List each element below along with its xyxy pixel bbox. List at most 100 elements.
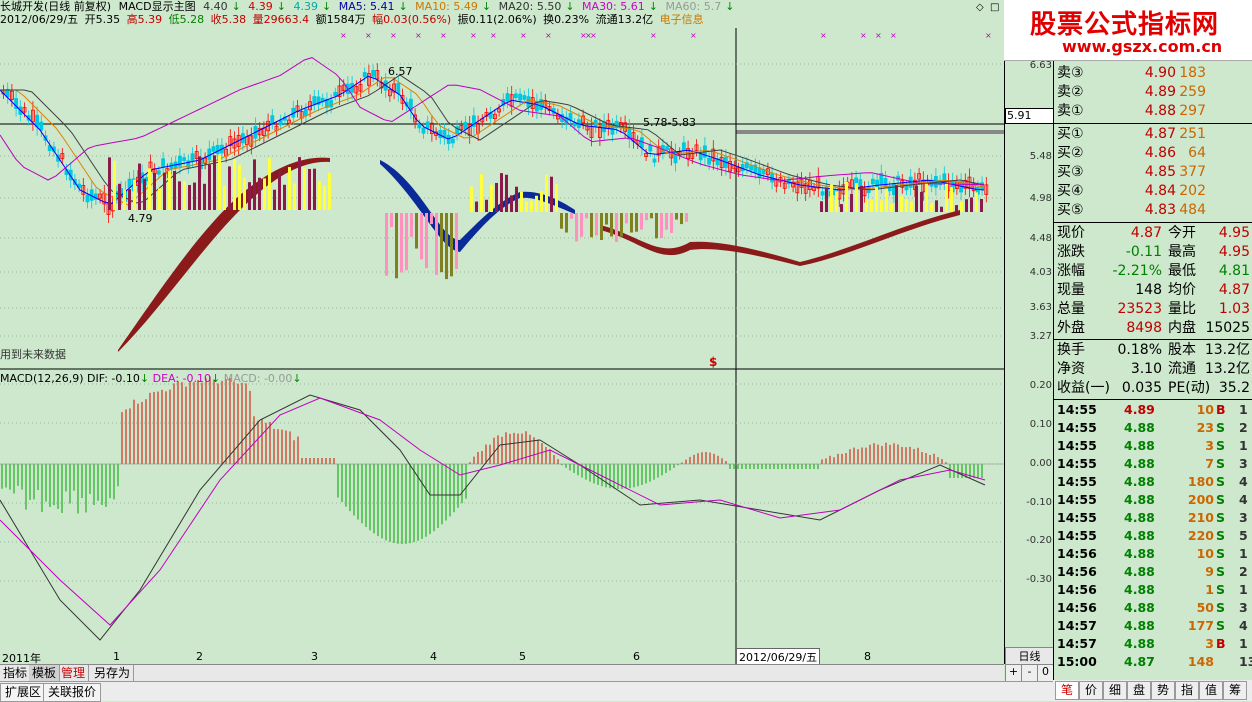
chart-area[interactable]: × × × × × × × × × × × × × × × × × × × 长城开发(日线 前复权) MACD显示主… [0,0,1004,664]
stat-row: 涨跌 -0.11 最高 4.95 [1054,243,1252,262]
panel-tab-0[interactable]: 笔 [1055,681,1079,700]
panel-tab-5[interactable]: 指 [1175,681,1199,700]
sell-row[interactable]: 卖① 4.88 297 [1054,102,1252,121]
stat-label: 均价 [1168,282,1196,298]
separator [1054,339,1252,340]
tick-volume: 180 [1187,474,1214,489]
tick-count: 13 [1239,654,1252,669]
indicator-tab[interactable]: 指标 [0,665,32,681]
macd-chart[interactable] [0,370,1004,664]
overlay-bar [218,155,221,210]
fund-value: 35.2 [1218,380,1250,396]
overlay-bar [845,181,848,212]
month-label-3: 3 [311,650,318,663]
candle [526,96,531,108]
candle [652,158,657,163]
overlay-bar [550,176,553,212]
book-label: 买③ [1057,164,1084,180]
panel-tabs: 笔价细盘势指值筹 [1053,680,1252,700]
fundamental-row: 换手 0.18% 股本 13.2亿 [1054,341,1252,360]
panel-tab-3[interactable]: 盘 [1127,681,1151,700]
panel-tab-2[interactable]: 细 [1103,681,1127,700]
event-marker: × [415,31,422,40]
book-volume: 64 [1188,145,1206,161]
overlay-bar [520,191,523,212]
overlay-bar [655,213,658,239]
buy-row[interactable]: 买② 4.86 64 [1054,144,1252,163]
reset-button[interactable]: 0 [1037,664,1054,682]
fund-label: 换手 [1057,342,1085,358]
axis-label: 4.98 [1029,193,1052,204]
overlay-bar [590,213,593,238]
book-volume: 377 [1179,164,1206,180]
fund-value: 13.2亿 [1204,361,1250,377]
panel-tab-1[interactable]: 价 [1079,681,1103,700]
overlay-bar [510,195,513,212]
price-chart[interactable]: × × × × × × × × × ××× × × × × × × × [0,0,1004,370]
macd-title-row: MACD(12,26,9) DIF: -0.10↓ DEA: -0.10↓ MA… [0,372,302,385]
related-quotes-tab[interactable]: 关联报价 [43,683,102,702]
overlay-bar [173,170,176,210]
macd-axis-label: -0.10 [1026,497,1052,508]
overlay-bar [585,213,588,219]
macd-value-label: MACD: -0.00 [223,372,293,385]
stat-label: 涨幅 [1057,263,1085,279]
sell-row[interactable]: 卖③ 4.90 183 [1054,64,1252,83]
panel-tab-7[interactable]: 筹 [1223,681,1247,700]
buy-row[interactable]: 买① 4.87 251 [1054,125,1252,144]
buy-row[interactable]: 买⑤ 4.83 484 [1054,201,1252,220]
overlay-bar [313,168,316,210]
panel-tab-6[interactable]: 值 [1199,681,1223,700]
separator [1054,399,1252,400]
candle [858,179,863,187]
month-label-8: 8 [864,650,871,663]
template-tab[interactable]: 模板 [29,665,61,681]
month-label-2: 2 [196,650,203,663]
tick-side: S [1216,510,1226,525]
panel-tab-4[interactable]: 势 [1151,681,1175,700]
period-label[interactable]: 日线 [1005,647,1054,665]
tick-volume: 9 [1205,564,1214,579]
overlay-bar [163,172,166,210]
overlay-bar [213,155,216,210]
buy-row[interactable]: 买③ 4.85 377 [1054,163,1252,182]
tick-volume: 200 [1187,492,1214,507]
save-as-tab[interactable]: 另存为 [91,665,135,681]
axis-label: 6.63 [1029,60,1052,71]
overlay-bar [303,168,306,210]
tick-time: 14:56 [1057,600,1097,615]
dea-label: DEA: -0.10 [152,372,212,385]
overlay-bar [665,213,668,230]
zoom-in-button[interactable]: + [1005,664,1022,682]
candle [820,191,825,196]
overlay-bar [233,159,236,210]
stat-value: 4.95 [1218,244,1250,260]
maximize-icon[interactable]: □ [990,2,999,13]
sell-row[interactable]: 卖② 4.89 259 [1054,83,1252,102]
extension-tab[interactable]: 扩展区 [0,683,47,702]
tick-count: 1 [1239,636,1248,651]
diamond-icon[interactable]: ◇ [976,2,984,13]
signal-marker: $ [709,355,718,369]
candle [156,170,161,175]
fund-label: 股本 [1168,342,1196,358]
overlay-bar [920,191,923,212]
candle [312,96,317,105]
candle [182,157,187,162]
quote-row: 2012/06/29/五 开5.35 高5.39 低5.28 收5.38 量29… [0,13,707,27]
stat-value: 4.81 [1218,263,1250,279]
zoom-out-button[interactable]: - [1021,664,1038,682]
overlay-bar [168,170,171,210]
manage-tab[interactable]: 管理 [58,665,90,681]
macd-label: MACD(12,26,9) [0,372,84,385]
overlay-bar [485,199,488,212]
candle [522,95,527,100]
tick-count: 1 [1239,546,1248,561]
overlay-bar [138,163,141,210]
candle [871,178,875,185]
buy-row[interactable]: 买④ 4.84 202 [1054,182,1252,201]
tick-row: 14:55 4.88 200 S 4 [1054,491,1252,509]
tick-count: 3 [1239,600,1248,615]
candle [514,93,518,99]
range-annotation: 5.78-5.83 [643,116,696,129]
